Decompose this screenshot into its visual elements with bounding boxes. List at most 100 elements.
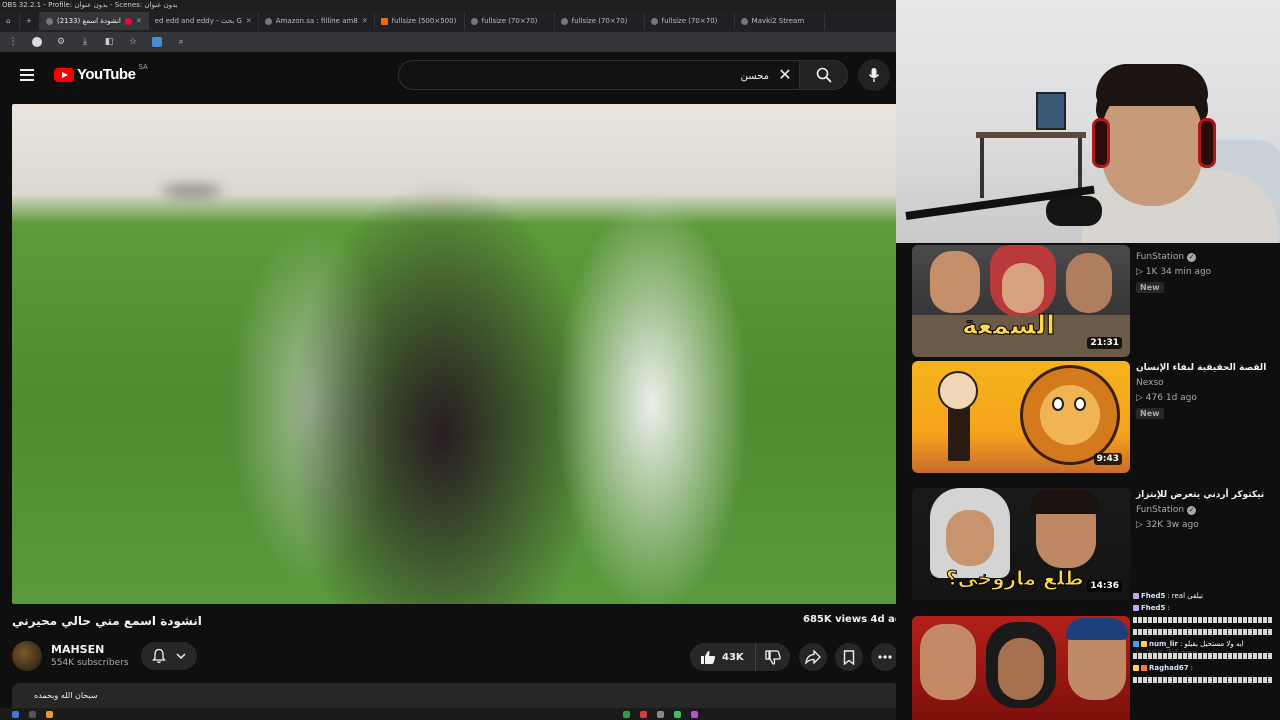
chat-separator: : — [1167, 592, 1170, 600]
new-badge: New — [1136, 408, 1164, 419]
clear-search-icon[interactable]: ✕ — [775, 65, 795, 85]
notification-button[interactable] — [141, 642, 197, 670]
tab-label: Amazon.sa : filline am8 — [275, 17, 358, 25]
video-stats: ▷ 32K 3w ago — [1136, 520, 1199, 530]
extension-icon[interactable] — [152, 37, 162, 47]
tab-stream[interactable]: Mavki2 Stream — [735, 12, 825, 30]
recommendation-item[interactable]: 9:43 القصة الحقيقية لبقاء الإنسان Nexso … — [912, 361, 1274, 483]
like-button[interactable]: 43K — [690, 643, 756, 671]
download-icon[interactable]: ⤓ — [80, 37, 90, 47]
channel-name[interactable]: MAHSEN — [51, 643, 104, 656]
spam-text — [1133, 653, 1273, 659]
menu-dots-icon[interactable]: ⋮ — [8, 37, 18, 47]
view-count: 476 — [1145, 393, 1163, 403]
taskbar-app-icon[interactable] — [46, 710, 53, 718]
tab-label: fullsize (70×70) — [661, 17, 718, 25]
bookmark-star-icon[interactable]: ☆ — [128, 37, 138, 47]
close-icon[interactable]: ✕ — [246, 17, 252, 25]
video-thumbnail[interactable]: 9:43 — [912, 361, 1130, 473]
video-title[interactable]: تيكتوكر أردني يتعرض للإبتزاز — [1136, 490, 1276, 500]
video-duration: 9:43 — [1093, 453, 1122, 465]
chat-message: Fhed5 : — [1133, 602, 1280, 614]
taskbar-app-icon[interactable] — [623, 710, 630, 718]
tab-amazon[interactable]: Amazon.sa : filline am8 ✕ — [259, 12, 375, 30]
youtube-logo[interactable]: YouTube SA — [54, 63, 148, 83]
upload-age: 3w ago — [1166, 520, 1199, 530]
taskbar-app-icon[interactable] — [691, 710, 698, 718]
video-stats: ▷ 1K 34 min ago — [1136, 267, 1211, 277]
video-duration: 21:31 — [1087, 337, 1122, 349]
channel-name[interactable]: FunStation ✓ — [1136, 505, 1197, 515]
chat-username: num_lir — [1149, 640, 1179, 648]
voice-search-button[interactable] — [858, 59, 890, 91]
dislike-button[interactable] — [756, 643, 790, 671]
save-button[interactable] — [835, 643, 863, 671]
verified-icon: ✓ — [1187, 505, 1197, 515]
page-favicon-icon — [650, 17, 658, 25]
video-player[interactable] — [12, 104, 900, 604]
wall-picture — [1036, 92, 1066, 130]
close-icon[interactable]: ✕ — [136, 17, 142, 25]
video-title: انشودة اسمع مني حالي محيرني — [12, 614, 202, 628]
channel-name[interactable]: Nexso — [1136, 378, 1164, 388]
profile-icon[interactable] — [32, 37, 42, 47]
tab-youtube[interactable]: (2133) انشودة اسمع ✕ — [40, 12, 149, 30]
taskbar-app-icon[interactable] — [674, 710, 681, 718]
taskbar-app-icon[interactable] — [657, 710, 664, 718]
play-count-icon: ▷ — [1136, 520, 1143, 530]
tab-fullsize-70-b[interactable]: fullsize (70×70) — [555, 12, 645, 30]
chat-spam-line — [1133, 650, 1280, 662]
share-button[interactable] — [799, 643, 827, 671]
page-favicon-icon — [560, 17, 568, 25]
youtube-play-logo-icon — [54, 67, 74, 82]
tab-fullsize-70-c[interactable]: fullsize (70×70) — [645, 12, 735, 30]
more-icon — [878, 655, 892, 659]
dislike-icon — [765, 649, 781, 665]
channel-label: Nexso — [1136, 378, 1164, 388]
chat-separator: : — [1190, 664, 1193, 672]
tab-search[interactable]: ed edd and eddy - بحث G ✕ — [149, 12, 259, 30]
search-input[interactable] — [409, 67, 769, 85]
recommendation-item[interactable]: السمعة 21:31 FunStation ✓ ▷ 1K 34 min ag… — [912, 245, 1274, 367]
more-actions-button[interactable] — [871, 643, 899, 671]
browser-tab-bar: ⌂ + (2133) انشودة اسمع ✕ ed edd and eddy… — [0, 10, 896, 32]
stream-chat-overlay: Fhed5 : real تيلقى Fhed5 : num_lir : ايه… — [1133, 590, 1280, 720]
tab-fullsize-70-a[interactable]: fullsize (70×70) — [465, 12, 555, 30]
badge-icon — [1133, 605, 1139, 611]
new-tab-button[interactable]: + — [20, 12, 40, 30]
close-icon[interactable]: ✕ — [362, 17, 368, 25]
view-count: 685K views — [803, 614, 868, 625]
zoom-icon[interactable]: ⌕ — [176, 37, 186, 47]
play-count-icon: ▷ — [1136, 393, 1143, 403]
share-icon — [805, 650, 821, 664]
tab-label: (2133) انشودة اسمع — [57, 17, 121, 25]
tab-favicon-icon — [46, 17, 53, 25]
menu-icon[interactable] — [20, 69, 34, 81]
taskbar-app-icon[interactable] — [640, 710, 647, 718]
upload-age: 1d ago — [1165, 393, 1197, 403]
webcam-overlay — [896, 0, 1280, 243]
video-thumbnail[interactable] — [912, 616, 1130, 720]
settings-icon[interactable]: ⚙ — [56, 37, 66, 47]
chat-text: real تيلقى — [1171, 592, 1204, 600]
chat-message: Fhed5 : real تيلقى — [1133, 590, 1280, 602]
video-title[interactable]: القصة الحقيقية لبقاء الإنسان — [1136, 363, 1276, 373]
chat-message: Raghad67 : — [1133, 662, 1280, 674]
video-thumbnail[interactable]: السمعة 21:31 — [912, 245, 1130, 357]
chat-spam-line — [1133, 614, 1280, 626]
windows-start-icon[interactable] — [12, 710, 19, 718]
youtube-header: YouTube SA ✕ — [0, 52, 896, 98]
chat-username: Fhed5 — [1141, 604, 1166, 612]
video-thumbnail[interactable]: طلع مازوخي؟ 14:36 — [912, 488, 1130, 600]
save-icon — [843, 649, 855, 665]
spam-text — [1133, 617, 1273, 623]
badge-icon — [1133, 593, 1139, 599]
tab-fullsize-500[interactable]: fullsize (500×500) — [375, 12, 465, 30]
chat-username: Fhed5 — [1141, 592, 1166, 600]
taskbar-app-icon[interactable] — [29, 710, 36, 718]
channel-name[interactable]: FunStation ✓ — [1136, 252, 1197, 262]
search-button[interactable] — [800, 60, 848, 90]
channel-avatar[interactable] — [12, 641, 42, 671]
extensions-icon[interactable]: ◧ — [104, 37, 114, 47]
tab-0[interactable]: ⌂ — [0, 12, 20, 30]
